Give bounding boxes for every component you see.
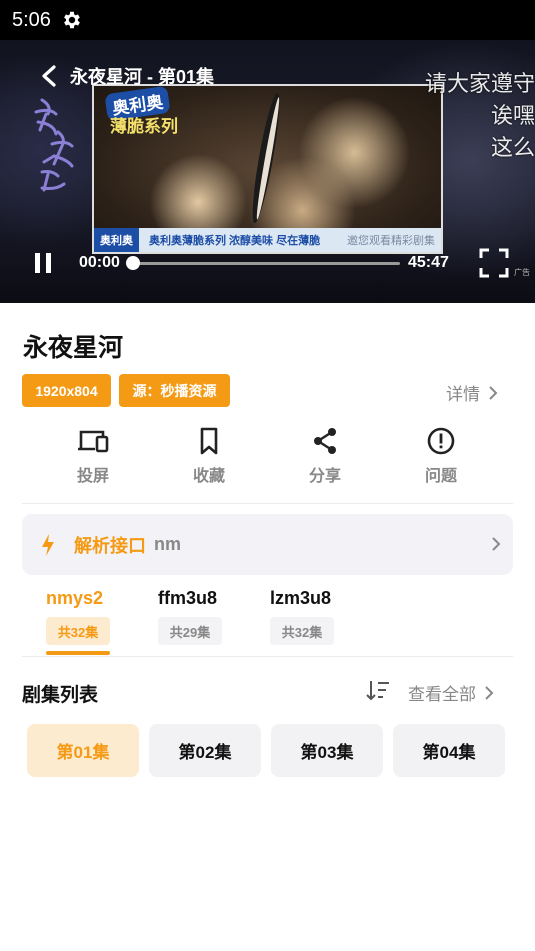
cast-icon xyxy=(78,430,109,453)
video-title: 永夜星河 - 第01集 xyxy=(70,67,215,87)
share-icon xyxy=(314,428,336,454)
progress-track[interactable] xyxy=(128,262,400,265)
details-label: 详情 xyxy=(446,385,480,404)
sort-icon[interactable] xyxy=(366,679,390,701)
active-source-underline xyxy=(46,651,110,655)
total-time: 45:47 xyxy=(408,254,449,271)
poster-calligraphy-logo xyxy=(34,98,74,192)
cast-label: 投屏 xyxy=(76,468,109,485)
ad-bottom-strip: 奥利奥 奥利奥薄脆系列 浓醇美味 尽在薄脆 邀您观看精彩剧集 xyxy=(94,228,441,252)
view-all-label: 查看全部 xyxy=(408,685,476,704)
parser-api-selector[interactable]: 解析接口 nm xyxy=(22,514,513,575)
source-episode-count: 共32集 xyxy=(270,617,334,645)
action-row: 投屏 收藏 分享 问题 xyxy=(35,426,500,490)
resolution-tag: 1920x804 xyxy=(22,374,111,407)
favorite-label: 收藏 xyxy=(192,468,225,485)
ad-label: 广告 xyxy=(514,268,530,277)
chevron-right-icon xyxy=(485,685,494,700)
fullscreen-icon[interactable] xyxy=(479,248,509,278)
divider xyxy=(22,503,513,504)
settings-gear-icon xyxy=(64,11,80,29)
subtitle-line: 诶嘿 xyxy=(490,103,535,128)
status-bar: 5:06 xyxy=(0,0,535,40)
episode-list-heading: 剧集列表 xyxy=(22,685,99,706)
video-advertisement[interactable]: 奥利奥 薄脆系列 奥利奥 奥利奥薄脆系列 浓醇美味 尽在薄脆 邀您观看精彩剧集 xyxy=(92,84,443,254)
bookmark-icon xyxy=(200,427,218,455)
source-episode-count: 共29集 xyxy=(158,617,222,645)
ad-strip-logo: 奥利奥 xyxy=(94,228,139,252)
share-label: 分享 xyxy=(308,468,341,485)
ad-strip-more: 邀您观看精彩剧集 xyxy=(347,235,435,247)
status-time: 5:06 xyxy=(12,8,51,31)
progress-knob[interactable] xyxy=(126,256,140,270)
video-player[interactable]: 奥利奥 薄脆系列 奥利奥 奥利奥薄脆系列 浓醇美味 尽在薄脆 邀您观看精彩剧集 … xyxy=(0,40,535,303)
cookie-image xyxy=(252,92,280,224)
back-arrow-icon[interactable] xyxy=(30,60,70,92)
subtitle-overlay: 请大家遵守 诶嘿 这么 xyxy=(425,68,535,164)
source-name: ffm3u8 xyxy=(158,588,218,608)
lightning-icon xyxy=(42,533,54,556)
source-tab-ffm3u8[interactable]: ffm3u8 共29集 xyxy=(158,588,248,645)
source-tag[interactable]: 源：秒播资源 xyxy=(119,374,230,407)
details-link[interactable]: 详情 xyxy=(446,380,498,405)
episode-button[interactable]: 第04集 xyxy=(393,724,505,777)
episode-button[interactable]: 第03集 xyxy=(271,724,383,777)
parser-api-label: 解析接口 xyxy=(74,535,146,556)
cast-button[interactable]: 投屏 xyxy=(35,426,151,486)
episode-button[interactable]: 第01集 xyxy=(27,724,139,777)
divider xyxy=(22,656,513,657)
source-tab-nmys2[interactable]: nmys2 共32集 xyxy=(46,588,136,655)
source-name: nmys2 xyxy=(46,588,104,608)
subtitle-line: 请大家遵守 xyxy=(424,71,535,96)
ad-strip-slogan: 奥利奥薄脆系列 浓醇美味 尽在薄脆 xyxy=(149,235,321,247)
current-time: 00:00 xyxy=(79,254,120,271)
subtitle-line: 这么 xyxy=(490,135,535,160)
report-label: 问题 xyxy=(424,468,457,485)
alert-icon xyxy=(427,427,455,455)
share-button[interactable]: 分享 xyxy=(267,426,383,486)
source-tab-lzm3u8[interactable]: lzm3u8 共32集 xyxy=(270,588,360,645)
episode-button[interactable]: 第02集 xyxy=(149,724,261,777)
parser-api-value: nm xyxy=(154,534,181,554)
source-episode-count: 共32集 xyxy=(46,617,110,645)
chevron-right-icon xyxy=(492,537,501,551)
favorite-button[interactable]: 收藏 xyxy=(151,426,267,486)
view-all-link[interactable]: 查看全部 xyxy=(408,680,494,705)
report-button[interactable]: 问题 xyxy=(383,426,499,486)
source-name: lzm3u8 xyxy=(270,588,332,608)
player-top-bar: 永夜星河 - 第01集 xyxy=(0,60,214,92)
show-title: 永夜星河 xyxy=(23,334,124,362)
pause-icon[interactable] xyxy=(33,252,53,274)
ad-brand-series: 薄脆系列 xyxy=(110,117,178,136)
chevron-right-icon xyxy=(489,385,498,400)
